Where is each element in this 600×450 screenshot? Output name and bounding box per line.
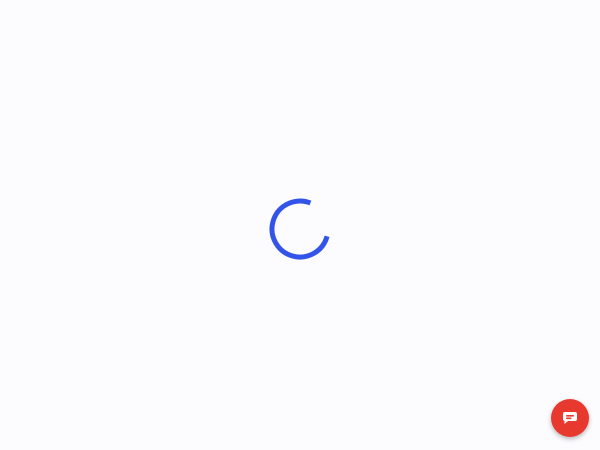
loading-spinner-icon xyxy=(269,198,331,260)
chat-button[interactable] xyxy=(551,399,589,437)
chat-bubble-icon xyxy=(563,412,577,424)
loading-page xyxy=(0,0,600,450)
